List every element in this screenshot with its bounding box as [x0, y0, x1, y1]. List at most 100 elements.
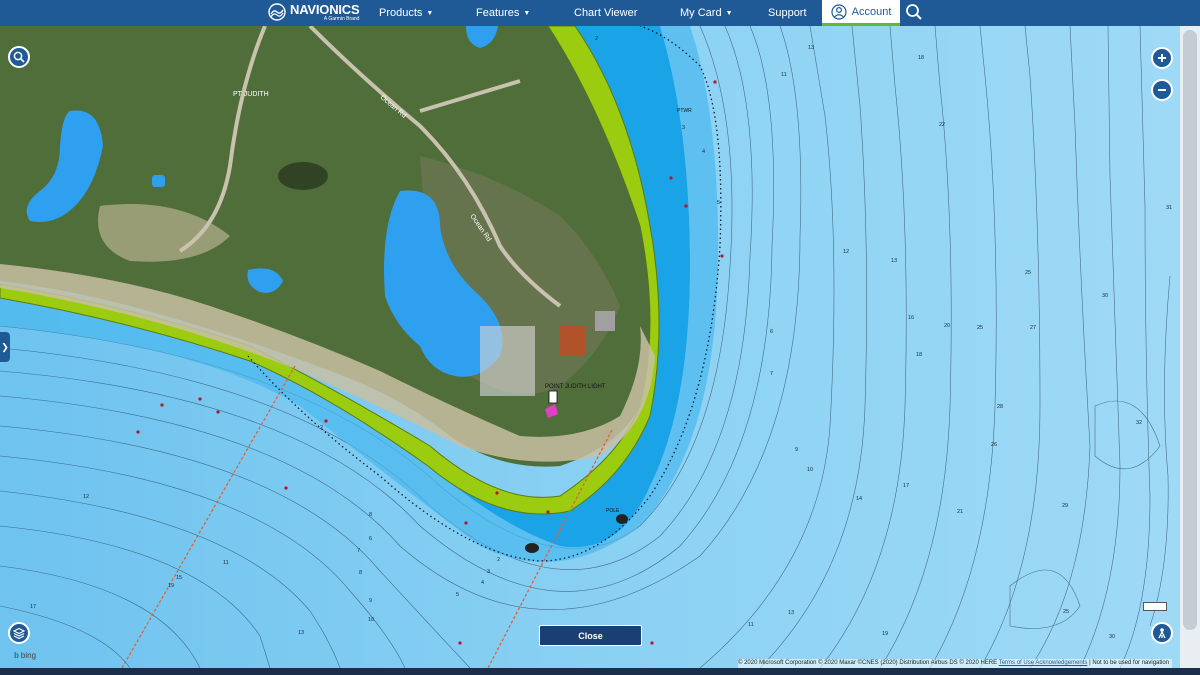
zoom-in-icon — [1158, 54, 1166, 62]
depth-sounding: 11 — [748, 622, 754, 628]
chevron-right-icon: ❯ — [1, 341, 9, 352]
depth-sounding: 13 — [808, 45, 814, 51]
depth-sounding: 18 — [916, 352, 922, 358]
label-lighthouse: POINT JUDITH LIGHT — [545, 384, 606, 390]
nav-my-card[interactable]: My Card ▼ — [680, 0, 733, 26]
depth-sounding: 32 — [1136, 420, 1142, 426]
map-attribution: © 2020 Microsoft Corporation © 2020 Maxa… — [738, 659, 1173, 668]
depth-sounding: 18 — [918, 55, 924, 61]
layers-button[interactable] — [8, 622, 30, 644]
depth-sounding: 16 — [908, 315, 914, 321]
chevron-down-icon: ▼ — [523, 9, 531, 17]
depth-sounding: 22 — [939, 122, 945, 128]
map-search-button[interactable] — [8, 46, 30, 68]
depth-sounding: 5 — [717, 200, 720, 206]
label-pt-judith: PT JUDITH — [233, 91, 269, 98]
depth-sounding: 7 — [770, 371, 773, 377]
depth-sounding: 7 — [357, 548, 360, 554]
bing-label: bing — [20, 651, 37, 660]
search-icon — [13, 51, 25, 63]
depth-sounding: 9 — [369, 598, 372, 604]
depth-sounding: 27 — [1030, 325, 1036, 331]
account-label: Account — [851, 5, 892, 18]
bottom-bar — [0, 668, 1200, 675]
nav-chart-viewer[interactable]: Chart Viewer — [574, 0, 637, 26]
depth-sounding: 30 — [1109, 634, 1115, 640]
side-panel-toggle[interactable]: ❯ — [0, 332, 10, 362]
depth-sounding: 6 — [770, 329, 773, 335]
depth-sounding: 25 — [977, 325, 983, 331]
logo-name: NAVIONICS — [290, 1, 360, 17]
depth-sounding: 15 — [176, 575, 182, 581]
search-icon[interactable] — [905, 3, 923, 21]
nav-support[interactable]: Support — [768, 0, 807, 26]
depth-sounding: 26 — [991, 442, 997, 448]
scale-indicator — [1143, 602, 1167, 611]
depth-sounding: 13 — [891, 258, 897, 264]
depth-sounding: 29 — [1062, 503, 1068, 509]
terms-link[interactable]: Terms of Use Acknowledgements — [999, 660, 1088, 666]
nav-products-label: Products — [379, 7, 423, 19]
depth-sounding: 5 — [456, 592, 459, 598]
label-ptwr: PTWR — [677, 108, 692, 114]
depth-sounding: 28 — [997, 404, 1003, 410]
zoom-out-icon — [1158, 89, 1166, 91]
depth-sounding: 2 — [497, 557, 500, 563]
depth-sounding: 2 — [595, 36, 598, 42]
depth-sounding: 4 — [481, 580, 484, 586]
account-tab[interactable]: Account — [822, 0, 900, 26]
nav-chart-viewer-label: Chart Viewer — [574, 7, 638, 19]
bing-icon: b — [14, 651, 19, 660]
depth-sounding: 17 — [903, 483, 909, 489]
nav-products[interactable]: Products ▼ — [379, 0, 433, 26]
navionics-logo[interactable]: NAVIONICS A Garmin Brand — [268, 1, 360, 23]
depth-sounding: 20 — [944, 323, 950, 329]
depth-sounding: 13 — [788, 610, 794, 616]
depth-sounding: 21 — [957, 509, 963, 515]
chevron-down-icon: ▼ — [426, 9, 434, 17]
user-icon — [831, 3, 847, 20]
user-location-icon — [1158, 628, 1166, 639]
zoom-out-button[interactable] — [1151, 79, 1173, 101]
user-location-button[interactable] — [1151, 622, 1173, 644]
layers-icon — [13, 627, 25, 639]
label-pole: POLE — [606, 508, 620, 514]
depth-sounding: 6 — [369, 536, 372, 542]
depth-sounding: 9 — [795, 447, 798, 453]
nav-support-label: Support — [768, 7, 807, 19]
scrollbar-thumb[interactable] — [1183, 30, 1197, 630]
chart-viewer-map[interactable]: PT JUDITH Ocean Rd Ocean Rd POINT JUDITH… — [0, 26, 1200, 668]
chevron-down-icon: ▼ — [725, 9, 733, 17]
marsh-pond — [278, 162, 328, 190]
depth-sounding: 3 — [682, 125, 685, 131]
depth-sounding: 10 — [807, 467, 813, 473]
depth-sounding: 13 — [298, 630, 304, 636]
zoom-in-button[interactable] — [1151, 47, 1173, 69]
navionics-logo-icon — [268, 3, 286, 21]
logo-subtitle: A Garmin Brand — [323, 15, 360, 22]
depth-sounding: 12 — [843, 249, 849, 255]
nav-my-card-label: My Card — [680, 7, 722, 19]
close-button[interactable]: Close — [539, 625, 642, 646]
attribution-text: © 2020 Microsoft Corporation © 2020 Maxa… — [738, 660, 998, 666]
depth-sounding: 14 — [856, 496, 862, 502]
depth-sounding: 19 — [882, 631, 888, 637]
depth-sounding: 10 — [368, 617, 374, 623]
depth-sounding: 11 — [223, 560, 229, 566]
depth-sounding: 8 — [369, 512, 372, 518]
depth-sounding: 8 — [359, 570, 362, 576]
bing-logo: b bing — [14, 651, 36, 660]
depth-sounding: 2 — [320, 425, 323, 431]
depth-sounding: 12 — [83, 494, 89, 500]
depth-sounding: 4 — [702, 149, 705, 155]
depth-sounding: 30 — [1102, 293, 1108, 299]
depth-sounding: 3 — [487, 569, 490, 575]
depth-sounding: 17 — [30, 604, 36, 610]
depth-sounding: 19 — [168, 583, 174, 589]
nav-features[interactable]: Features ▼ — [476, 0, 530, 26]
depth-sounding: 25 — [1025, 270, 1031, 276]
depth-sounding: 25 — [1063, 609, 1069, 615]
nautical-chart[interactable]: PT JUDITH Ocean Rd Ocean Rd POINT JUDITH… — [0, 26, 1200, 668]
depth-sounding: 11 — [781, 72, 787, 78]
depth-sounding: 31 — [1166, 205, 1172, 211]
